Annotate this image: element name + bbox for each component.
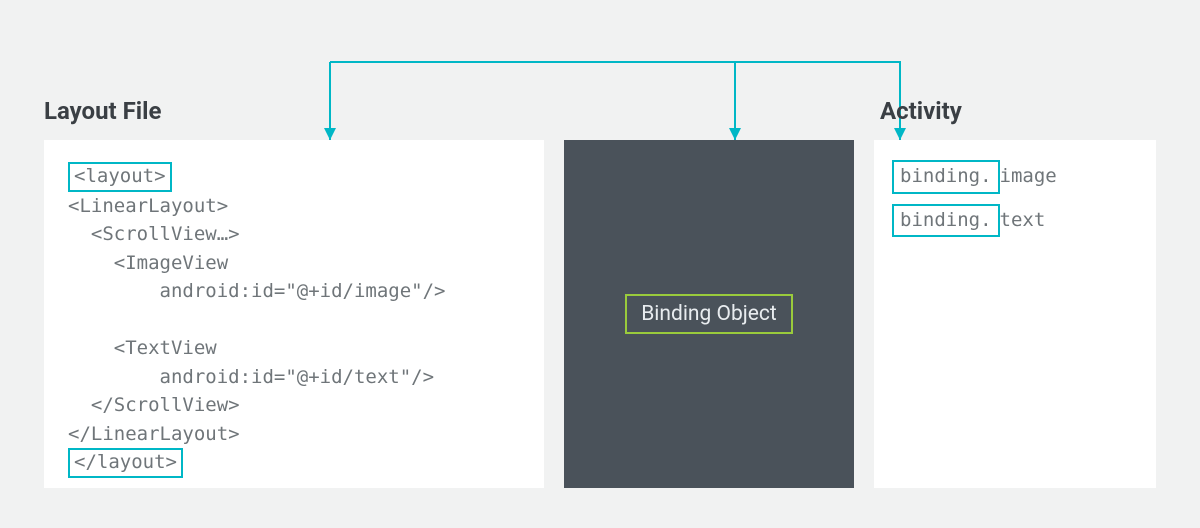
code-line: android:id="@+id/image"/> (68, 280, 446, 302)
binding-object-panel: Binding Object (564, 140, 854, 488)
binding-suffix: image (1000, 165, 1057, 187)
layout-file-code: <layout> <LinearLayout> <ScrollView…> <I… (44, 140, 544, 502)
binding-suffix: text (1000, 209, 1046, 231)
binding-object-label: Binding Object (625, 294, 793, 334)
activity-panel: binding.image binding.text (874, 140, 1156, 488)
heading-activity: Activity (880, 97, 962, 125)
binding-prefix-highlight: binding. (892, 160, 1000, 194)
layout-close-tag: </layout> (68, 448, 183, 478)
code-line: <ScrollView…> (68, 223, 240, 245)
binding-prefix-highlight: binding. (892, 204, 1000, 238)
heading-layout-file: Layout File (44, 97, 161, 125)
code-line: <LinearLayout> (68, 195, 228, 217)
code-line: </LinearLayout> (68, 423, 240, 445)
activity-code-row-1: binding.image (892, 160, 1057, 194)
activity-code-row-2: binding.text (892, 204, 1057, 238)
layout-open-tag: <layout> (68, 162, 172, 192)
code-line: </ScrollView> (68, 394, 240, 416)
code-line: android:id="@+id/text"/> (68, 366, 434, 388)
code-line: <TextView (68, 337, 217, 359)
code-line: <ImageView (68, 252, 228, 274)
layout-file-panel: <layout> <LinearLayout> <ScrollView…> <I… (44, 140, 544, 488)
